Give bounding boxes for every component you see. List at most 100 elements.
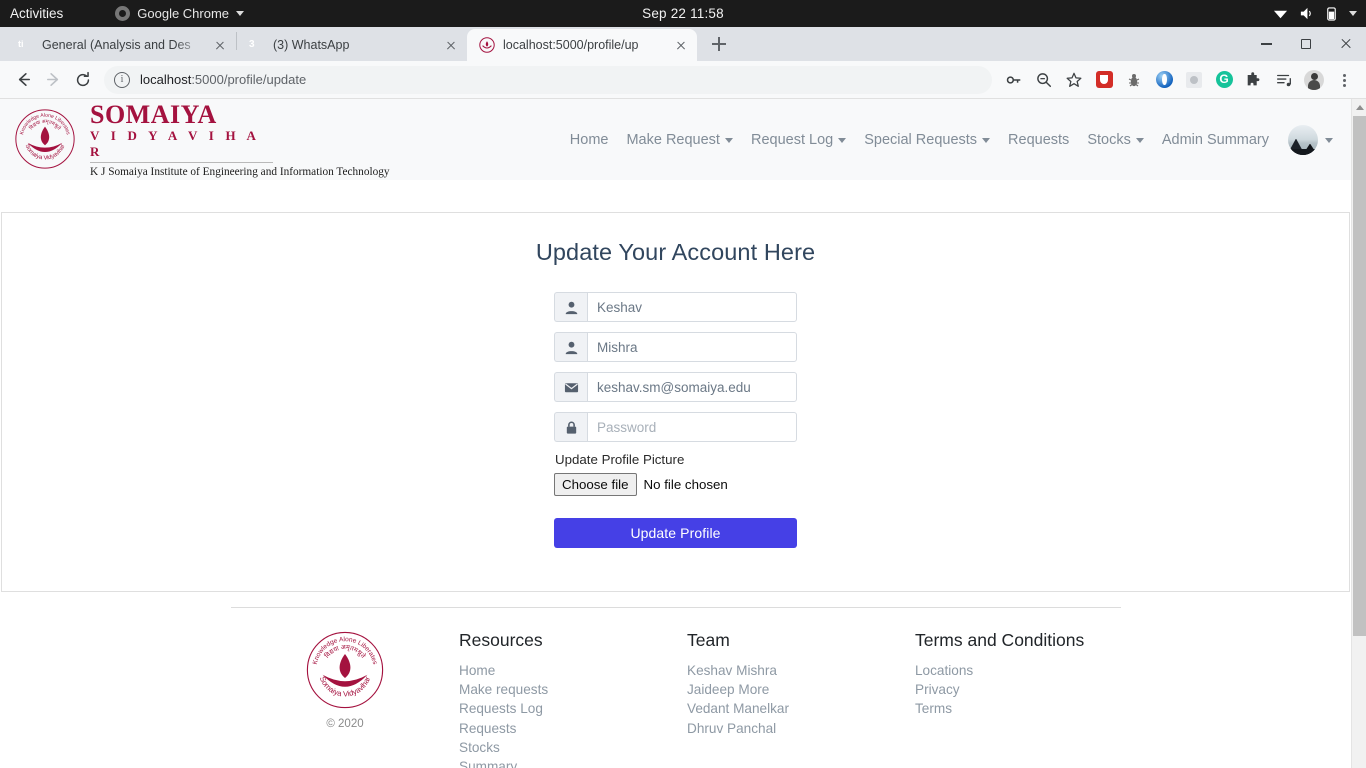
nav-item-special-requests[interactable]: Special Requests (855, 126, 999, 154)
kebab-menu-icon[interactable] (1330, 66, 1358, 94)
nav-item-requests[interactable]: Requests (999, 126, 1078, 154)
active-app-menu[interactable]: Google Chrome (115, 6, 245, 21)
browser-tab-active[interactable]: localhost:5000/profile/up (467, 29, 697, 61)
reload-button[interactable] (68, 65, 98, 95)
forward-button[interactable] (38, 65, 68, 95)
zoom-icon[interactable] (1030, 66, 1058, 94)
footer-link[interactable]: Vedant Manelkar (687, 699, 915, 718)
brand-institute: K J Somaiya Institute of Engineering and… (90, 166, 390, 179)
chrome-icon (115, 6, 131, 21)
back-arrow-icon (18, 72, 30, 87)
bookmark-star-icon[interactable] (1060, 66, 1088, 94)
password-group (554, 412, 797, 442)
footer-link[interactable]: Jaideep More (687, 680, 915, 699)
footer-columns: Knowledge Alone Liberates Somaiya Vidyav… (231, 607, 1121, 768)
volume-icon (1300, 7, 1311, 20)
close-window-button[interactable] (1326, 27, 1366, 61)
footer-link[interactable]: Requests Log (459, 699, 687, 718)
minimize-window-button[interactable] (1246, 27, 1286, 61)
grammarly-extension-icon[interactable] (1210, 66, 1238, 94)
password-input[interactable] (587, 412, 797, 442)
brand-logo-link[interactable]: Knowledge Alone Liberates Somaiya Vidyav… (14, 100, 390, 179)
footer-column-resources: Resources Home Make requests Requests Lo… (459, 630, 687, 768)
file-input-row[interactable]: Choose file No file chosen (554, 473, 797, 497)
browser-tab[interactable]: General (Analysis and Des (6, 29, 236, 61)
footer-link[interactable]: Requests (459, 719, 687, 738)
forward-arrow-icon (46, 72, 58, 87)
footer-link[interactable]: Privacy (915, 680, 1143, 699)
last-name-input[interactable] (587, 332, 797, 362)
somaiya-vidyavihar-logo: Knowledge Alone Liberates Somaiya Vidyav… (306, 631, 384, 709)
nav-item-home[interactable]: Home (561, 126, 618, 154)
scrollbar-thumb[interactable] (1353, 116, 1366, 636)
window-controls (1246, 27, 1366, 61)
close-tab-icon[interactable] (443, 37, 459, 53)
lock-icon (554, 412, 587, 442)
back-button[interactable] (8, 65, 38, 95)
nav-item-request-log[interactable]: Request Log (742, 126, 855, 154)
lastpass-extension-icon[interactable] (1090, 66, 1118, 94)
footer-link[interactable]: Terms (915, 699, 1143, 718)
content-area: Update Your Account Here Keshav Mishra k… (0, 180, 1351, 592)
close-tab-icon[interactable] (673, 37, 689, 53)
nav-item-admin-summary[interactable]: Admin Summary (1153, 126, 1278, 154)
user-icon (554, 332, 587, 362)
bug-extension-icon[interactable] (1120, 66, 1148, 94)
choose-file-button[interactable]: Choose file (554, 473, 637, 497)
file-status-text: No file chosen (643, 477, 728, 493)
footer-link[interactable]: Keshav Mishra (687, 661, 915, 680)
footer-column-terms: Terms and Conditions Locations Privacy T… (915, 630, 1143, 719)
profile-avatar[interactable] (1300, 66, 1328, 94)
whatsapp-icon (249, 37, 265, 53)
nav-item-stocks[interactable]: Stocks (1078, 126, 1153, 154)
page-title: Update Your Account Here (535, 239, 816, 265)
nav-item-make-request[interactable]: Make Request (617, 126, 742, 154)
activities-button[interactable]: Activities (0, 6, 63, 21)
footer-link[interactable]: Summary (459, 757, 687, 768)
os-clock[interactable]: Sep 22 11:58 (642, 6, 724, 21)
active-app-label: Google Chrome (137, 6, 230, 21)
tab-title: (3) WhatsApp (273, 38, 350, 52)
tab-title: localhost:5000/profile/up (503, 38, 639, 52)
address-bar[interactable]: localhost:5000/profile/update (104, 65, 992, 94)
maximize-window-button[interactable] (1286, 27, 1326, 61)
blue-extension-icon[interactable] (1150, 66, 1178, 94)
user-menu[interactable] (1288, 124, 1333, 155)
footer-link[interactable]: Make requests (459, 680, 687, 699)
update-profile-form: Update Profile Picture Choose file No fi… (554, 292, 797, 549)
first-name-group (554, 292, 797, 322)
somaiya-vidyavihar-logo: Knowledge Alone Liberates Somaiya Vidyav… (15, 109, 75, 170)
update-profile-button[interactable]: Update Profile (554, 518, 797, 549)
browser-tab[interactable]: (3) WhatsApp (237, 29, 467, 61)
footer-heading: Terms and Conditions (915, 630, 1085, 650)
os-tray[interactable] (1273, 6, 1357, 21)
media-playlist-icon[interactable] (1270, 66, 1298, 94)
info-circle-icon[interactable] (114, 71, 130, 88)
footer-link[interactable]: Dhruv Panchal (687, 719, 915, 738)
os-top-bar: Activities Google Chrome Sep 22 11:58 (0, 0, 1366, 27)
footer-link[interactable]: Stocks (459, 738, 687, 757)
email-input[interactable] (587, 372, 797, 402)
new-tab-button[interactable] (705, 30, 733, 58)
footer-heading: Resources (459, 630, 543, 650)
user-icon (554, 292, 587, 322)
page-scrollbar[interactable] (1351, 99, 1366, 768)
page-viewport: Knowledge Alone Liberates Somaiya Vidyav… (0, 99, 1366, 768)
tab-title: General (Analysis and Des (42, 38, 191, 52)
puzzle-extensions-icon[interactable] (1240, 66, 1268, 94)
battery-icon (1327, 7, 1336, 21)
first-name-input[interactable] (587, 292, 797, 322)
browser-tab-strip: General (Analysis and Des (3) WhatsApp l… (0, 27, 1366, 61)
close-tab-icon[interactable] (212, 37, 228, 53)
file-upload-label: Update Profile Picture (555, 452, 685, 467)
password-key-icon[interactable] (1000, 66, 1028, 94)
grid-extension-icon[interactable] (1180, 66, 1208, 94)
scroll-up-arrow[interactable] (1352, 99, 1366, 116)
footer-column-team: Team Keshav Mishra Jaideep More Vedant M… (687, 630, 915, 738)
footer-link[interactable]: Home (459, 661, 687, 680)
chevron-down-icon (1325, 138, 1333, 143)
site-nav-links: Home Make Request Request Log Special Re… (561, 124, 1333, 155)
toolbar-icons (1000, 66, 1358, 94)
teams-icon (18, 37, 34, 53)
footer-link[interactable]: Locations (915, 661, 1143, 680)
